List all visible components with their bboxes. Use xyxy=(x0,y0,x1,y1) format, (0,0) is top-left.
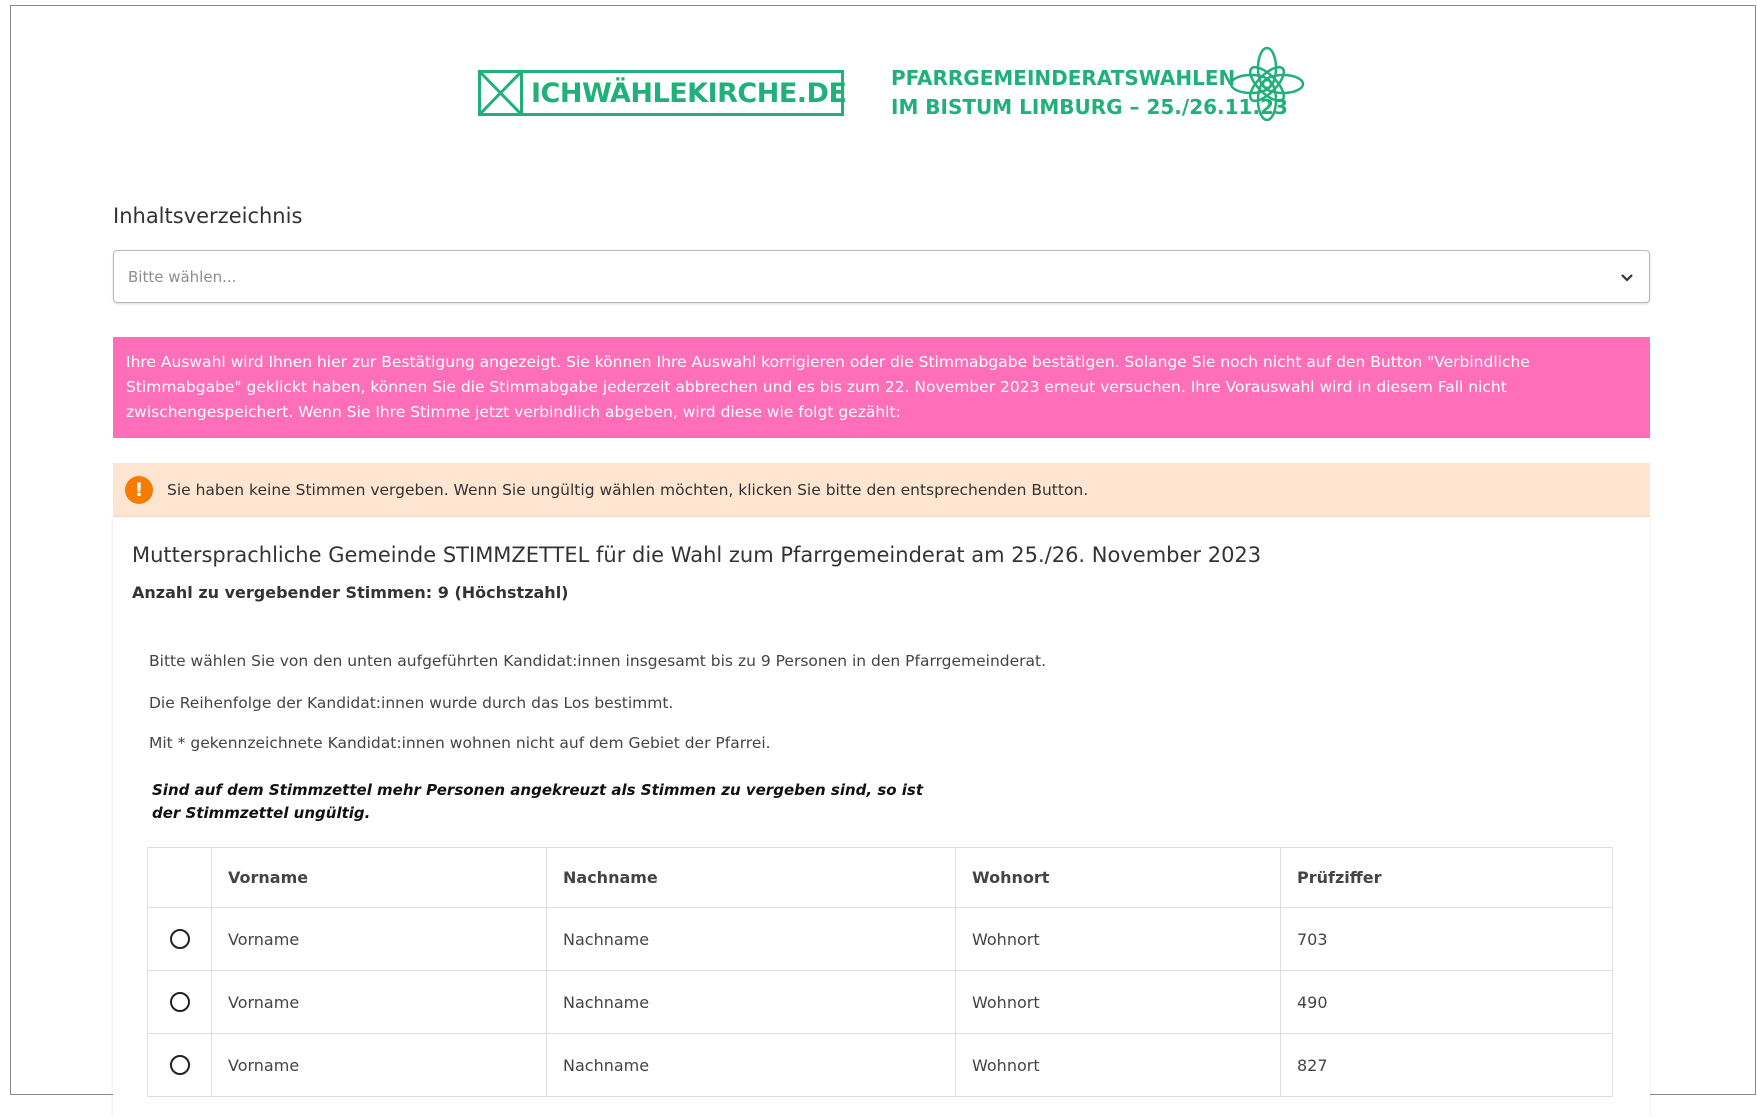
city-cell: Wohnort xyxy=(955,970,1281,1034)
header-check-digit: Prüfziffer xyxy=(1280,847,1613,908)
instruction-text: Mit * gekennzeichnete Kandidat:innen woh… xyxy=(149,734,771,752)
diocese-flower-icon xyxy=(1229,46,1305,122)
candidates-table: Vorname Nachname Wohnort Prüfziffer Vorn… xyxy=(147,847,1613,1097)
city-cell: Wohnort xyxy=(955,1033,1281,1097)
toc-label: Inhaltsverzeichnis xyxy=(113,204,303,228)
ballot-x-icon xyxy=(481,73,523,113)
table-header-row: Vorname Nachname Wohnort Prüfziffer xyxy=(147,847,1613,908)
toc-select[interactable]: Bitte wählen... xyxy=(113,250,1650,303)
toc-select-placeholder: Bitte wählen... xyxy=(128,267,237,286)
ballot-title: Muttersprachliche Gemeinde STIMMZETTEL f… xyxy=(132,543,1262,567)
header-last-name: Nachname xyxy=(546,847,956,908)
candidate-radio[interactable] xyxy=(169,1055,190,1076)
first-name-cell: Vorname xyxy=(211,1033,547,1097)
warning-text: Sie haben keine Stimmen vergeben. Wenn S… xyxy=(167,481,1089,499)
radio-cell[interactable] xyxy=(147,907,212,971)
instruction-text: Bitte wählen Sie von den unten aufgeführ… xyxy=(149,652,1047,670)
invalid-ballot-note: Sind auf dem Stimmzettel mehr Personen a… xyxy=(152,781,924,822)
header-city: Wohnort xyxy=(955,847,1281,908)
header-select-cell xyxy=(147,847,212,908)
table-row[interactable]: Vorname Nachname Wohnort 703 xyxy=(147,907,1613,971)
candidate-radio[interactable] xyxy=(169,929,190,950)
ichwaehlekirche-logo[interactable]: ICHWÄHLEKIRCHE.DE xyxy=(478,70,847,116)
page-frame: ICHWÄHLEKIRCHE.DE PFARRGEMEINDERATSWAHLE… xyxy=(10,5,1756,1117)
first-name-cell: Vorname xyxy=(211,907,547,971)
instruction-text: Die Reihenfolge der Kandidat:innen wurde… xyxy=(149,694,674,712)
first-name-cell: Vorname xyxy=(211,970,547,1034)
candidate-radio[interactable] xyxy=(169,992,190,1013)
table-row[interactable]: Vorname Nachname Wohnort 827 xyxy=(147,1033,1613,1097)
city-cell: Wohnort xyxy=(955,907,1281,971)
check-digit-cell: 490 xyxy=(1280,970,1613,1034)
exclamation-icon: ! xyxy=(125,476,153,504)
radio-cell[interactable] xyxy=(147,970,212,1034)
confirmation-notice: Ihre Auswahl wird Ihnen hier zur Bestäti… xyxy=(113,337,1650,438)
no-votes-warning: ! Sie haben keine Stimmen vergeben. Wenn… xyxy=(113,463,1650,517)
table-row[interactable]: Vorname Nachname Wohnort 490 xyxy=(147,970,1613,1034)
logo-text: ICHWÄHLEKIRCHE.DE xyxy=(531,77,847,109)
last-name-cell: Nachname xyxy=(546,907,956,971)
last-name-cell: Nachname xyxy=(546,1033,956,1097)
radio-cell[interactable] xyxy=(147,1033,212,1097)
header-first-name: Vorname xyxy=(211,847,547,908)
check-digit-cell: 827 xyxy=(1280,1033,1613,1097)
last-name-cell: Nachname xyxy=(546,970,956,1034)
votes-count-info: Anzahl zu vergebender Stimmen: 9 (Höchst… xyxy=(132,583,569,602)
check-digit-cell: 703 xyxy=(1280,907,1613,971)
ballot-card: Muttersprachliche Gemeinde STIMMZETTEL f… xyxy=(113,517,1650,1117)
chevron-down-icon xyxy=(1621,273,1633,282)
